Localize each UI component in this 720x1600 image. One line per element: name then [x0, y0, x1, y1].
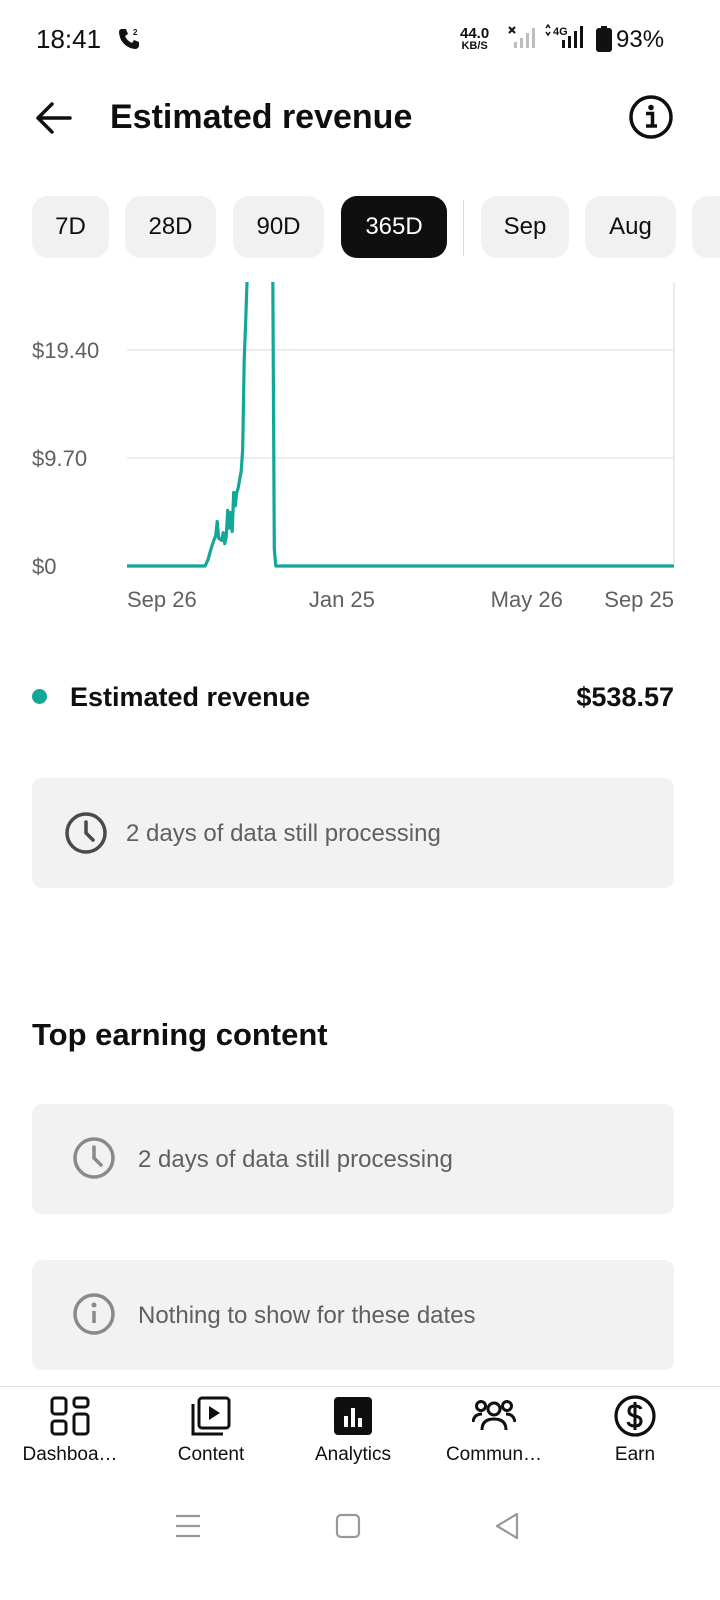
info-icon[interactable] [628, 94, 674, 140]
clock-icon [65, 812, 107, 854]
nav-label: Content [177, 1444, 245, 1465]
chip-365d[interactable]: 365D [341, 196, 447, 258]
y-tick-label: $9.70 [32, 446, 87, 471]
network-speed-value: 44.0 [460, 25, 490, 42]
recent-apps-icon[interactable] [168, 1506, 208, 1546]
processing-text: 2 days of data still processing [126, 820, 441, 847]
nav-label: Dashboa… [22, 1444, 118, 1465]
chip-7d[interactable]: 7D [32, 196, 109, 258]
call-icon: 2 [119, 28, 139, 49]
nav-community[interactable]: Commun… [430, 1394, 558, 1474]
nav-content[interactable]: Content [147, 1394, 275, 1474]
x-tick-label: May 26 [491, 587, 563, 612]
community-icon [472, 1400, 516, 1431]
processing-card: 2 days of data still processing [32, 778, 674, 888]
legend-dot [32, 689, 47, 704]
info-icon [73, 1293, 115, 1335]
signal-off-icon [508, 26, 535, 48]
page-title: Estimated revenue [110, 98, 413, 136]
nav-label: Earn [614, 1444, 656, 1465]
dashboard-icon [50, 1396, 90, 1436]
network-type: 4G [553, 26, 568, 38]
chip-divider [463, 200, 464, 256]
chip-partial[interactable] [692, 196, 720, 258]
x-tick-label: Sep 25 [604, 587, 674, 612]
battery-percentage: 93% [616, 26, 665, 53]
clock-icon [73, 1137, 115, 1179]
chip-90d[interactable]: 90D [233, 196, 324, 258]
nav-label: Commun… [445, 1444, 543, 1465]
legend-label: Estimated revenue [70, 682, 311, 712]
nav-analytics[interactable]: Analytics [289, 1394, 417, 1474]
chip-aug[interactable]: Aug [585, 196, 676, 258]
svg-text:2: 2 [133, 28, 138, 37]
cellular-signal-icon: 4G [545, 24, 583, 48]
nav-earn[interactable]: Earn [571, 1394, 699, 1474]
nav-label: Analytics [314, 1444, 392, 1465]
network-speed-unit: KB/S [461, 40, 488, 52]
network-speed: 44.0 KB/S [460, 25, 490, 53]
empty-state-card: Nothing to show for these dates [32, 1260, 674, 1370]
home-icon[interactable] [328, 1506, 368, 1546]
chip-sep[interactable]: Sep [481, 196, 569, 258]
earn-icon [614, 1395, 656, 1437]
section-title: Top earning content [32, 1017, 328, 1052]
chip-28d[interactable]: 28D [125, 196, 216, 258]
bottom-nav-divider [0, 1386, 720, 1387]
y-tick-label: $19.40 [32, 338, 99, 363]
revenue-total: $538.57 [576, 682, 674, 712]
y-tick-label: $0 [32, 554, 56, 579]
top-earning-processing-card: 2 days of data still processing [32, 1104, 674, 1214]
back-nav-icon[interactable] [488, 1506, 528, 1546]
top-earning-processing-text: 2 days of data still processing [138, 1146, 453, 1173]
content-icon [191, 1396, 231, 1436]
status-time: 18:41 [36, 24, 102, 54]
back-arrow-icon[interactable] [30, 96, 78, 140]
nav-dashboard[interactable]: Dashboa… [6, 1394, 134, 1474]
x-tick-label: Sep 26 [127, 587, 197, 612]
revenue-series-line [127, 282, 674, 568]
analytics-icon [334, 1397, 372, 1435]
empty-state-text: Nothing to show for these dates [138, 1302, 476, 1329]
x-tick-label: Jan 25 [309, 587, 375, 612]
revenue-chart: $0 $9.70 $19.40 Sep 26 Jan 25 May 26 Sep 25 [32, 282, 675, 612]
battery-icon [596, 26, 612, 52]
